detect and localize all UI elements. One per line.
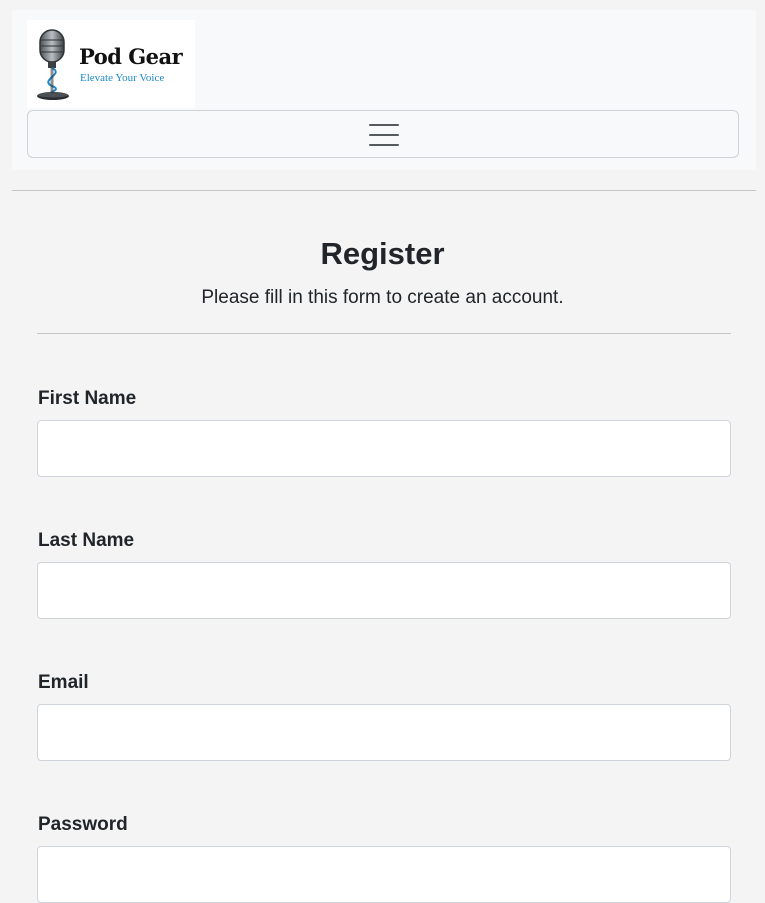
page-title: Register xyxy=(320,236,445,271)
hamburger-menu-icon xyxy=(369,123,399,147)
email-field[interactable] xyxy=(37,704,731,761)
form-divider xyxy=(37,333,731,334)
navbar: Pod Gear Elevate Your Voice xyxy=(12,10,756,170)
header-divider xyxy=(12,190,756,191)
password-field[interactable] xyxy=(37,846,731,903)
first-name-field[interactable] xyxy=(37,420,731,477)
navbar-toggle-button[interactable] xyxy=(27,110,739,158)
brand-title: Pod Gear xyxy=(79,44,183,69)
last-name-label: Last Name xyxy=(38,530,135,551)
page-subtitle: Please fill in this form to create an ac… xyxy=(201,287,564,308)
first-name-label: First Name xyxy=(38,388,137,409)
email-label: Email xyxy=(38,672,89,693)
password-label: Password xyxy=(38,814,128,835)
last-name-field[interactable] xyxy=(37,562,731,619)
brand-logo[interactable]: Pod Gear Elevate Your Voice xyxy=(27,20,195,108)
microphone-icon xyxy=(37,29,69,100)
brand-tagline: Elevate Your Voice xyxy=(80,72,165,84)
